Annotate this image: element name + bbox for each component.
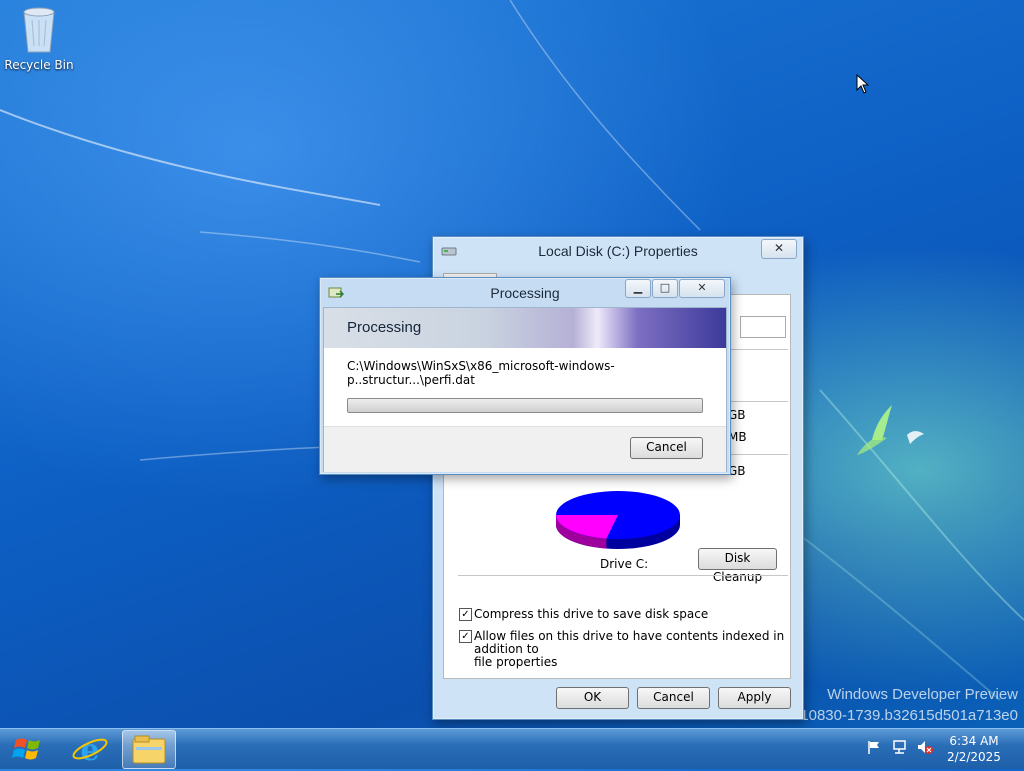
current-file-path: C:\Windows\WinSxS\x86_microsoft-windows-… [347, 359, 615, 387]
properties-titlebar[interactable]: Local Disk (C:) Properties ✕ [433, 237, 803, 267]
build-watermark: Windows Developer Preview 10830-1739.b32… [800, 684, 1018, 726]
index-checkbox[interactable]: ✓ [459, 630, 472, 643]
compress-label: Compress this drive to save disk space [474, 607, 709, 621]
internet-explorer-icon: e [72, 733, 108, 768]
processing-heading: Processing [347, 319, 422, 336]
processing-dialog: Processing ▁ □ ✕ Processing C:\Windows\W… [319, 277, 731, 475]
progress-bar [347, 398, 703, 413]
checkmark-icon: ✓ [461, 631, 470, 642]
svg-text:e: e [80, 733, 99, 767]
recycle-bin-icon [20, 6, 58, 54]
drive-label: Drive C: [600, 557, 649, 571]
maximize-button[interactable]: □ [652, 279, 678, 298]
properties-close-button[interactable]: ✕ [761, 239, 797, 259]
folder-icon [132, 735, 166, 764]
ok-button[interactable]: OK [556, 687, 629, 709]
taskbar-internet-explorer[interactable]: e [64, 730, 116, 768]
clock-date: 2/2/2025 [947, 750, 1001, 764]
clock-time: 6:34 AM [949, 734, 999, 748]
disk-usage-pie-chart [556, 491, 680, 549]
volume-muted-icon[interactable] [916, 739, 934, 755]
recycle-bin-label: Recycle Bin [4, 58, 74, 72]
taskbar-file-explorer[interactable] [122, 730, 176, 769]
taskbar: e 6:34 AM 2/2/2025 [0, 728, 1024, 769]
disk-cleanup-button[interactable]: Disk Cleanup [698, 548, 777, 584]
checkmark-icon: ✓ [461, 609, 470, 620]
system-clock[interactable]: 6:34 AM 2/2/2025 [940, 733, 1008, 765]
birds-decoration [857, 405, 924, 455]
watermark-edition: Windows Developer Preview [827, 686, 1018, 703]
index-label-line2: file properties [474, 655, 558, 669]
apply-button[interactable]: Apply [718, 687, 791, 709]
processing-titlebar[interactable]: Processing ▁ □ ✕ [320, 278, 730, 306]
action-center-flag-icon[interactable] [866, 739, 882, 755]
volume-label-input[interactable] [740, 316, 786, 338]
separator-4 [458, 575, 788, 576]
processing-footer: Cancel [324, 426, 726, 472]
start-button[interactable] [8, 733, 48, 765]
network-icon[interactable] [892, 739, 910, 755]
processing-banner: Processing [324, 308, 726, 348]
processing-body: Processing C:\Windows\WinSxS\x86_microso… [323, 307, 727, 472]
watermark-build: 10830-1739.b32615d501a713e0 [800, 707, 1018, 724]
recycle-bin-shortcut[interactable]: Recycle Bin [4, 6, 74, 72]
properties-cancel-button[interactable]: Cancel [637, 687, 710, 709]
index-label: Allow files on this drive to have conten… [474, 630, 790, 669]
windows-logo-icon [12, 738, 40, 760]
processing-cancel-button[interactable]: Cancel [630, 437, 703, 459]
mouse-cursor-icon [856, 74, 870, 94]
compress-checkbox[interactable]: ✓ [459, 608, 472, 621]
minimize-button[interactable]: ▁ [625, 279, 651, 298]
processing-close-button[interactable]: ✕ [679, 279, 725, 298]
properties-title: Local Disk (C:) Properties [538, 243, 698, 259]
index-label-line1: Allow files on this drive to have conten… [474, 629, 785, 656]
